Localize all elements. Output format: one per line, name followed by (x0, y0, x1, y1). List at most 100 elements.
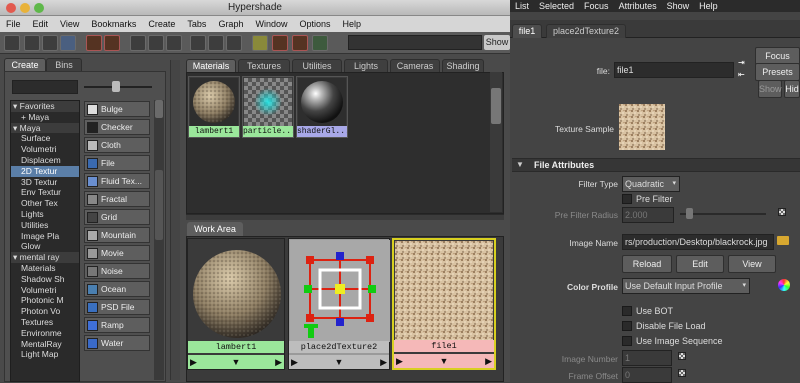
create-node-button[interactable]: File (84, 155, 150, 171)
tree-item[interactable]: Env Textur (11, 187, 79, 198)
color-wheel-icon[interactable] (778, 279, 790, 291)
tree-item[interactable]: Utilities (11, 220, 79, 231)
menu-item[interactable]: Tabs (181, 19, 212, 29)
output-arrow-icon[interactable]: ▶ (485, 354, 492, 368)
use-image-sequence-checkbox[interactable] (622, 336, 632, 346)
tree-item[interactable]: Other Tex (11, 198, 79, 209)
browser-tab[interactable]: Textures (238, 59, 290, 72)
tab-work-area[interactable]: Work Area (187, 222, 243, 236)
panel-divider[interactable] (170, 60, 180, 380)
expand-arrow-icon[interactable]: ▼ (335, 357, 344, 367)
tab-file1[interactable]: file1 (512, 24, 542, 38)
tree-expand-icon[interactable]: ▾ (13, 252, 20, 262)
output-arrow-icon[interactable]: ▶ (380, 355, 387, 369)
reload-button[interactable]: Reload (622, 255, 672, 273)
frame-offset-field[interactable]: 0 (622, 367, 672, 383)
browser-tab[interactable]: Shading (442, 59, 484, 72)
folder-icon[interactable] (777, 236, 789, 245)
show-button[interactable]: Show (758, 80, 782, 98)
frame-selection-icon[interactable] (312, 35, 328, 51)
disable-file-load-checkbox[interactable] (622, 321, 632, 331)
menu-item[interactable]: View (54, 19, 85, 29)
tree-item[interactable]: Surface (11, 133, 79, 144)
menu-item[interactable]: Window (249, 19, 293, 29)
menu-item[interactable]: Options (293, 19, 336, 29)
create-node-button[interactable]: Ramp (84, 317, 150, 333)
tree-expand-icon[interactable]: ▾ (13, 123, 20, 133)
create-node-button[interactable]: Water (84, 335, 150, 351)
collapse-arrow-icon[interactable]: ▼ (516, 160, 524, 169)
browser-tab[interactable]: Lights (344, 59, 388, 72)
pane-splitter[interactable] (186, 214, 504, 220)
input-arrow-icon[interactable]: ▶ (190, 355, 197, 369)
scroll-thumb[interactable] (491, 88, 501, 124)
layout-split-icon[interactable] (42, 35, 58, 51)
create-node-button[interactable]: Grid (84, 209, 150, 225)
tree-expand-icon[interactable]: ▾ (13, 101, 20, 111)
brush-icon[interactable] (130, 35, 146, 51)
map-button-icon[interactable] (678, 352, 686, 360)
clear-graph-icon[interactable] (166, 35, 182, 51)
output-connections-icon[interactable] (226, 35, 242, 51)
tree-item[interactable]: Textures (11, 317, 79, 328)
material-swatch-lambert1[interactable]: lambert1 (188, 76, 240, 138)
select-output-icon[interactable]: ⇤ (738, 70, 746, 79)
create-node-button[interactable]: Checker (84, 119, 150, 135)
tree-item[interactable]: ▾ Maya (11, 122, 79, 134)
menu-item[interactable]: Selected (539, 1, 579, 11)
use-bot-checkbox[interactable] (622, 306, 632, 316)
close-window-button[interactable] (6, 3, 16, 13)
color-profile-dropdown[interactable]: Use Default Input Profile ▾ (622, 278, 750, 294)
render-icon[interactable] (252, 35, 268, 51)
menu-item[interactable]: Focus (584, 1, 614, 11)
create-node-button[interactable]: Noise (84, 263, 150, 279)
graph-materials-icon[interactable] (104, 35, 120, 51)
filter-field[interactable] (12, 80, 78, 94)
browser-tab[interactable]: Utilities (292, 59, 342, 72)
expand-arrow-icon[interactable]: ▼ (232, 357, 241, 367)
create-node-button[interactable]: Fractal (84, 191, 150, 207)
graph-icon[interactable] (272, 35, 288, 51)
presets-button[interactable]: Presets (755, 63, 800, 81)
create-node-button[interactable]: Ocean (84, 281, 150, 297)
image-name-field[interactable]: rs/production/Desktop/blackrock.jpg (622, 234, 774, 250)
tree-item[interactable]: Displacem (11, 155, 79, 166)
create-node-button[interactable]: Mountain (84, 227, 150, 243)
menu-item[interactable]: Bookmarks (85, 19, 142, 29)
menu-item[interactable]: Edit (27, 19, 55, 29)
tree-item[interactable]: Shadow Sh (11, 274, 79, 285)
menu-item[interactable]: Attributes (619, 1, 662, 11)
tree-item[interactable]: 3D Textur (11, 177, 79, 188)
image-number-field[interactable]: 1 (622, 350, 672, 366)
material-swatch-particle[interactable]: particle... (242, 76, 294, 138)
layout-top-icon[interactable] (24, 35, 40, 51)
create-node-button[interactable]: Fluid Tex... (84, 173, 150, 189)
tree-item[interactable]: Volumetri (11, 144, 79, 155)
create-node-button[interactable]: Movie (84, 245, 150, 261)
hide-button[interactable]: Hid (784, 80, 800, 98)
tree-item[interactable]: Light Map (11, 349, 79, 360)
tab-place2dtexture2[interactable]: place2dTexture2 (546, 24, 626, 38)
menu-item[interactable]: Graph (212, 19, 249, 29)
minimize-window-button[interactable] (20, 3, 30, 13)
tree-item[interactable]: Volumetri (11, 285, 79, 296)
tree-item[interactable]: + Maya (11, 112, 79, 123)
select-input-icon[interactable]: ⇥ (738, 58, 746, 67)
pre-filter-checkbox[interactable] (622, 194, 632, 204)
tree-item[interactable]: Lights (11, 209, 79, 220)
texture-sample-swatch[interactable] (619, 104, 665, 150)
graph-network-icon[interactable] (86, 35, 102, 51)
show-button[interactable]: Show (484, 35, 510, 50)
map-button-icon[interactable] (778, 208, 786, 216)
input-arrow-icon[interactable]: ▶ (396, 354, 403, 368)
output-arrow-icon[interactable]: ▶ (275, 355, 282, 369)
tree-item[interactable]: Environme (11, 328, 79, 339)
edit-button[interactable]: Edit (676, 255, 724, 273)
work-node-file1[interactable]: file1 ▶ ▼ ▶ (392, 238, 496, 370)
scroll-up-icon[interactable] (155, 100, 163, 118)
menu-item[interactable]: Create (142, 19, 181, 29)
tree-item[interactable]: Materials (11, 263, 79, 274)
menu-item[interactable]: List (515, 1, 534, 11)
browser-scrollbar[interactable] (490, 72, 502, 212)
tree-item[interactable]: MentalRay (11, 339, 79, 350)
